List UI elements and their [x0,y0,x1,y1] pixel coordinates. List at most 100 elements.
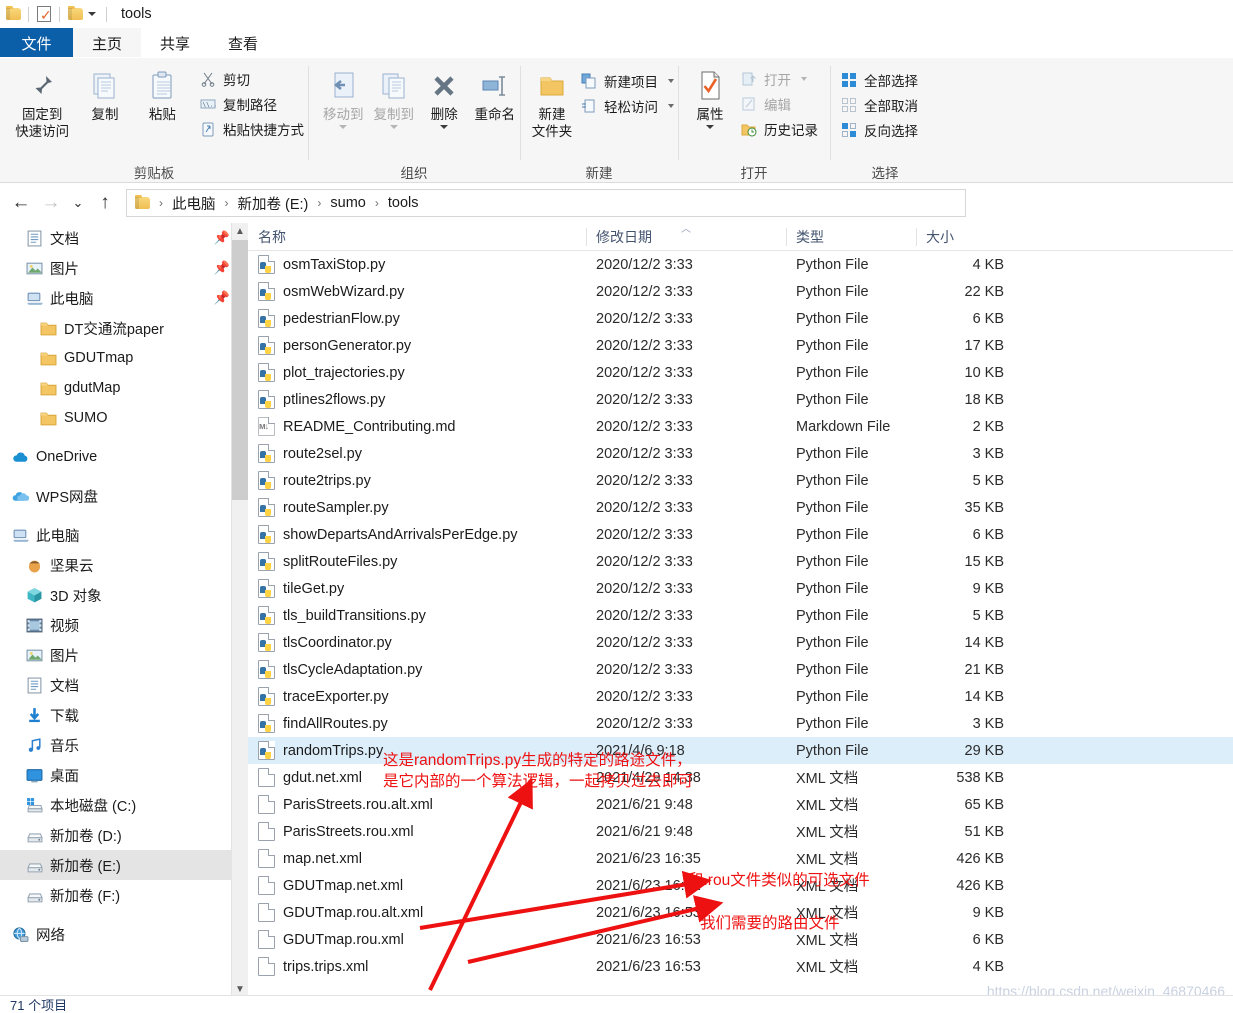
file-name-cell[interactable]: osmTaxiStop.py [248,255,586,274]
file-name-cell[interactable]: personGenerator.py [248,336,586,355]
nav-item-14[interactable]: 文档 [0,670,248,700]
table-row[interactable]: tlsCoordinator.py 2020/12/2 3:33 Python Fi… [248,629,1233,656]
select-none-button[interactable]: 全部取消 [838,94,922,116]
nav-item-9[interactable]: 此电脑 [0,520,248,550]
column-header-date[interactable]: ︿ 修改日期 [586,223,786,251]
tab-file[interactable]: 文件 [0,28,73,58]
column-header-size[interactable]: 大小 [916,223,1016,251]
table-row[interactable]: GDUTmap.rou.xml 2021/6/23 16:53 XML 文档 6 KB [248,926,1233,953]
nav-item-1[interactable]: 图片 📌 [0,253,248,283]
nav-item-15[interactable]: 下载 [0,700,248,730]
breadcrumb-item-this-pc[interactable]: 此电脑 [170,193,218,214]
file-name-cell[interactable]: ParisStreets.rou.alt.xml [248,795,586,814]
up-button[interactable]: ↑ [90,188,120,218]
scrollbar-thumb[interactable] [232,240,248,500]
delete-button[interactable]: 删除 [419,66,470,129]
chevron-down-icon[interactable] [84,5,100,23]
file-name-cell[interactable]: GDUTmap.net.xml [248,876,586,895]
table-row[interactable]: showDepartsAndArrivalsPerEdge.py 2020/12/… [248,521,1233,548]
rename-button[interactable]: 重命名 [470,66,521,123]
chevron-down-icon[interactable] [440,125,449,129]
paste-button[interactable]: 粘贴 [134,66,191,123]
pin-icon[interactable]: 📌 [214,230,230,246]
nav-item-11[interactable]: 3D 对象 [0,580,248,610]
file-name-cell[interactable]: route2sel.py [248,444,586,463]
tab-home[interactable]: 主页 [73,28,142,58]
breadcrumb-item-tools[interactable]: tools [386,195,421,211]
chevron-down-icon[interactable] [339,125,348,129]
file-name-cell[interactable]: trips.trips.xml [248,957,586,976]
nav-item-4[interactable]: GDUTmap [0,343,248,373]
table-row[interactable]: ptlines2flows.py 2020/12/2 3:33 Python Fil… [248,386,1233,413]
nav-item-18[interactable]: 本地磁盘 (C:) [0,790,248,820]
navigation-scrollbar[interactable]: ▲ ▼ [231,223,248,998]
select-all-button[interactable]: 全部选择 [838,69,922,91]
nav-item-7[interactable]: OneDrive [0,442,248,472]
file-name-cell[interactable]: tlsCoordinator.py [248,633,586,652]
file-name-cell[interactable]: tls_buildTransitions.py [248,606,586,625]
file-name-cell[interactable]: pedestrianFlow.py [248,309,586,328]
file-name-cell[interactable]: tlsCycleAdaptation.py [248,660,586,679]
forward-button[interactable]: → [36,188,66,218]
file-name-cell[interactable]: ParisStreets.rou.xml [248,822,586,841]
table-row[interactable]: gdut.net.xml 2021/4/29 14:38 XML 文档 538 KB [248,764,1233,791]
column-header-type[interactable]: 类型 [786,223,916,251]
file-name-cell[interactable]: osmWebWizard.py [248,282,586,301]
recent-locations-button[interactable]: ⌄ [66,188,90,218]
copy-path-button[interactable]: \\.. 复制路径 [197,93,308,115]
table-row[interactable]: route2sel.py 2020/12/2 3:33 Python File 3 K… [248,440,1233,467]
file-name-cell[interactable]: gdut.net.xml [248,768,586,787]
file-name-cell[interactable]: findAllRoutes.py [248,714,586,733]
chevron-down-icon[interactable] [668,79,674,83]
file-name-cell[interactable]: GDUTmap.rou.xml [248,930,586,949]
nav-item-10[interactable]: 坚果云 [0,550,248,580]
file-name-cell[interactable]: plot_trajectories.py [248,363,586,382]
chevron-down-icon[interactable] [801,77,807,81]
table-row[interactable]: tlsCycleAdaptation.py 2020/12/2 3:33 Pytho… [248,656,1233,683]
breadcrumb-item-sumo[interactable]: sumo [328,195,367,211]
nav-item-12[interactable]: 视频 [0,610,248,640]
open-button[interactable]: 打开 [738,68,822,90]
table-row[interactable]: personGenerator.py 2020/12/2 3:33 Python F… [248,332,1233,359]
table-row[interactable]: splitRouteFiles.py 2020/12/2 3:33 Python F… [248,548,1233,575]
copy-to-button[interactable]: 复制到 [369,66,420,129]
file-name-cell[interactable]: м↓ README_Contributing.md [248,417,586,436]
table-row[interactable]: traceExporter.py 2020/12/2 3:33 Python Fil… [248,683,1233,710]
move-to-button[interactable]: 移动到 [318,66,369,129]
table-row[interactable]: ParisStreets.rou.xml 2021/6/21 9:48 XML 文档… [248,818,1233,845]
table-row[interactable]: randomTrips.py 2021/4/6 9:18 Python File 29… [248,737,1233,764]
pin-icon[interactable]: 📌 [214,290,230,306]
table-row[interactable]: GDUTmap.net.xml 2021/6/23 16:42 XML 文档 426 … [248,872,1233,899]
nav-item-16[interactable]: 音乐 [0,730,248,760]
file-name-cell[interactable]: ptlines2flows.py [248,390,586,409]
chevron-down-icon[interactable] [706,125,714,129]
nav-item-6[interactable]: SUMO [0,403,248,433]
tab-share[interactable]: 共享 [141,28,209,58]
copy-button[interactable]: 复制 [76,66,133,123]
easy-access-button[interactable]: 轻松访问 [578,95,678,117]
back-button[interactable]: ← [6,188,36,218]
folder-icon[interactable] [66,5,84,23]
properties-icon[interactable]: ✓ [35,5,53,23]
nav-item-0[interactable]: 文档 📌 [0,223,248,253]
table-row[interactable]: routeSampler.py 2020/12/2 3:33 Python File… [248,494,1233,521]
table-row[interactable]: ParisStreets.rou.alt.xml 2021/6/21 9:48 XM… [248,791,1233,818]
file-name-cell[interactable]: route2trips.py [248,471,586,490]
nav-item-5[interactable]: gdutMap [0,373,248,403]
paste-shortcut-button[interactable]: 粘贴快捷方式 [197,118,308,140]
file-name-cell[interactable]: map.net.xml [248,849,586,868]
breadcrumb[interactable]: › 此电脑 › 新加卷 (E:) › sumo › tools [126,189,966,217]
table-row[interactable]: tileGet.py 2020/12/2 3:33 Python File 9 KB [248,575,1233,602]
table-row[interactable]: findAllRoutes.py 2020/12/2 3:33 Python Fil… [248,710,1233,737]
nav-item-3[interactable]: DT交通流paper [0,313,248,343]
table-row[interactable]: GDUTmap.rou.alt.xml 2021/6/23 16:53 XML 文档… [248,899,1233,926]
table-row[interactable]: trips.trips.xml 2021/6/23 16:53 XML 文档 4 KB [248,953,1233,980]
file-name-cell[interactable]: randomTrips.py [248,741,586,760]
scroll-up-icon[interactable]: ▲ [232,223,248,240]
properties-button[interactable]: 属性 [686,66,734,129]
new-folder-button[interactable]: 新建 文件夹 [530,66,574,140]
breadcrumb-item-drive-e[interactable]: 新加卷 (E:) [236,193,311,214]
nav-item-20[interactable]: 新加卷 (E:) [0,850,248,880]
pin-to-quick-access-button[interactable]: 固定到 快速访问 [8,66,76,140]
file-name-cell[interactable]: routeSampler.py [248,498,586,517]
